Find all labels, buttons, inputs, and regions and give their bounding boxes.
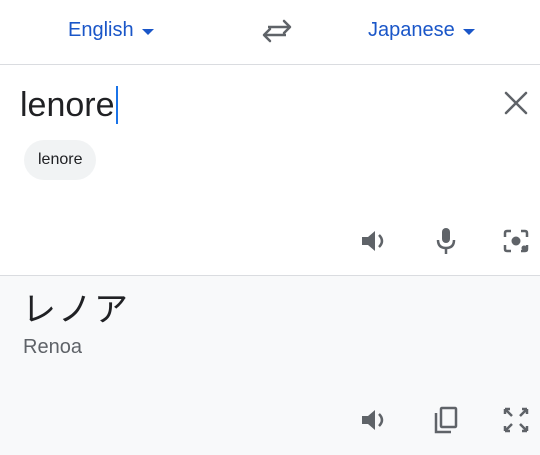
suggestion-chip-label: lenore <box>38 151 83 168</box>
source-text: lenore <box>20 86 115 124</box>
source-language-button[interactable]: English <box>68 14 154 46</box>
suggestion-chip[interactable]: lenore <box>24 140 97 180</box>
speaker-icon <box>362 231 384 251</box>
expand-icon <box>503 407 529 433</box>
chevron-down-icon <box>462 28 475 35</box>
microphone-icon <box>436 228 456 254</box>
source-input-area[interactable]: lenore lenore <box>0 65 540 276</box>
listen-source-button[interactable] <box>356 223 392 259</box>
source-language-label: English <box>68 18 134 41</box>
target-language-button[interactable]: Japanese <box>368 14 475 46</box>
target-language-label: Japanese <box>368 18 455 41</box>
copy-icon <box>434 406 458 434</box>
transliteration-text: Renoa <box>23 336 82 358</box>
text-cursor <box>115 86 118 124</box>
clear-text-button[interactable] <box>502 89 530 117</box>
chevron-down-icon <box>141 28 154 35</box>
speaker-icon <box>362 410 384 430</box>
fullscreen-button[interactable] <box>498 402 534 438</box>
voice-input-button[interactable] <box>428 223 464 259</box>
listen-translation-button[interactable] <box>356 402 392 438</box>
swap-languages-button[interactable] <box>260 16 294 46</box>
swap-arrows-icon <box>262 19 292 43</box>
copy-translation-button[interactable] <box>428 402 464 438</box>
translated-text: レノア <box>22 291 130 329</box>
camera-icon <box>503 229 529 253</box>
camera-translate-button[interactable] <box>498 223 534 259</box>
translation-output-area: レノア Renoa <box>0 276 540 455</box>
close-icon <box>504 91 528 115</box>
language-bar: English Japanese <box>0 0 540 65</box>
source-text-field[interactable]: lenore <box>20 85 118 125</box>
